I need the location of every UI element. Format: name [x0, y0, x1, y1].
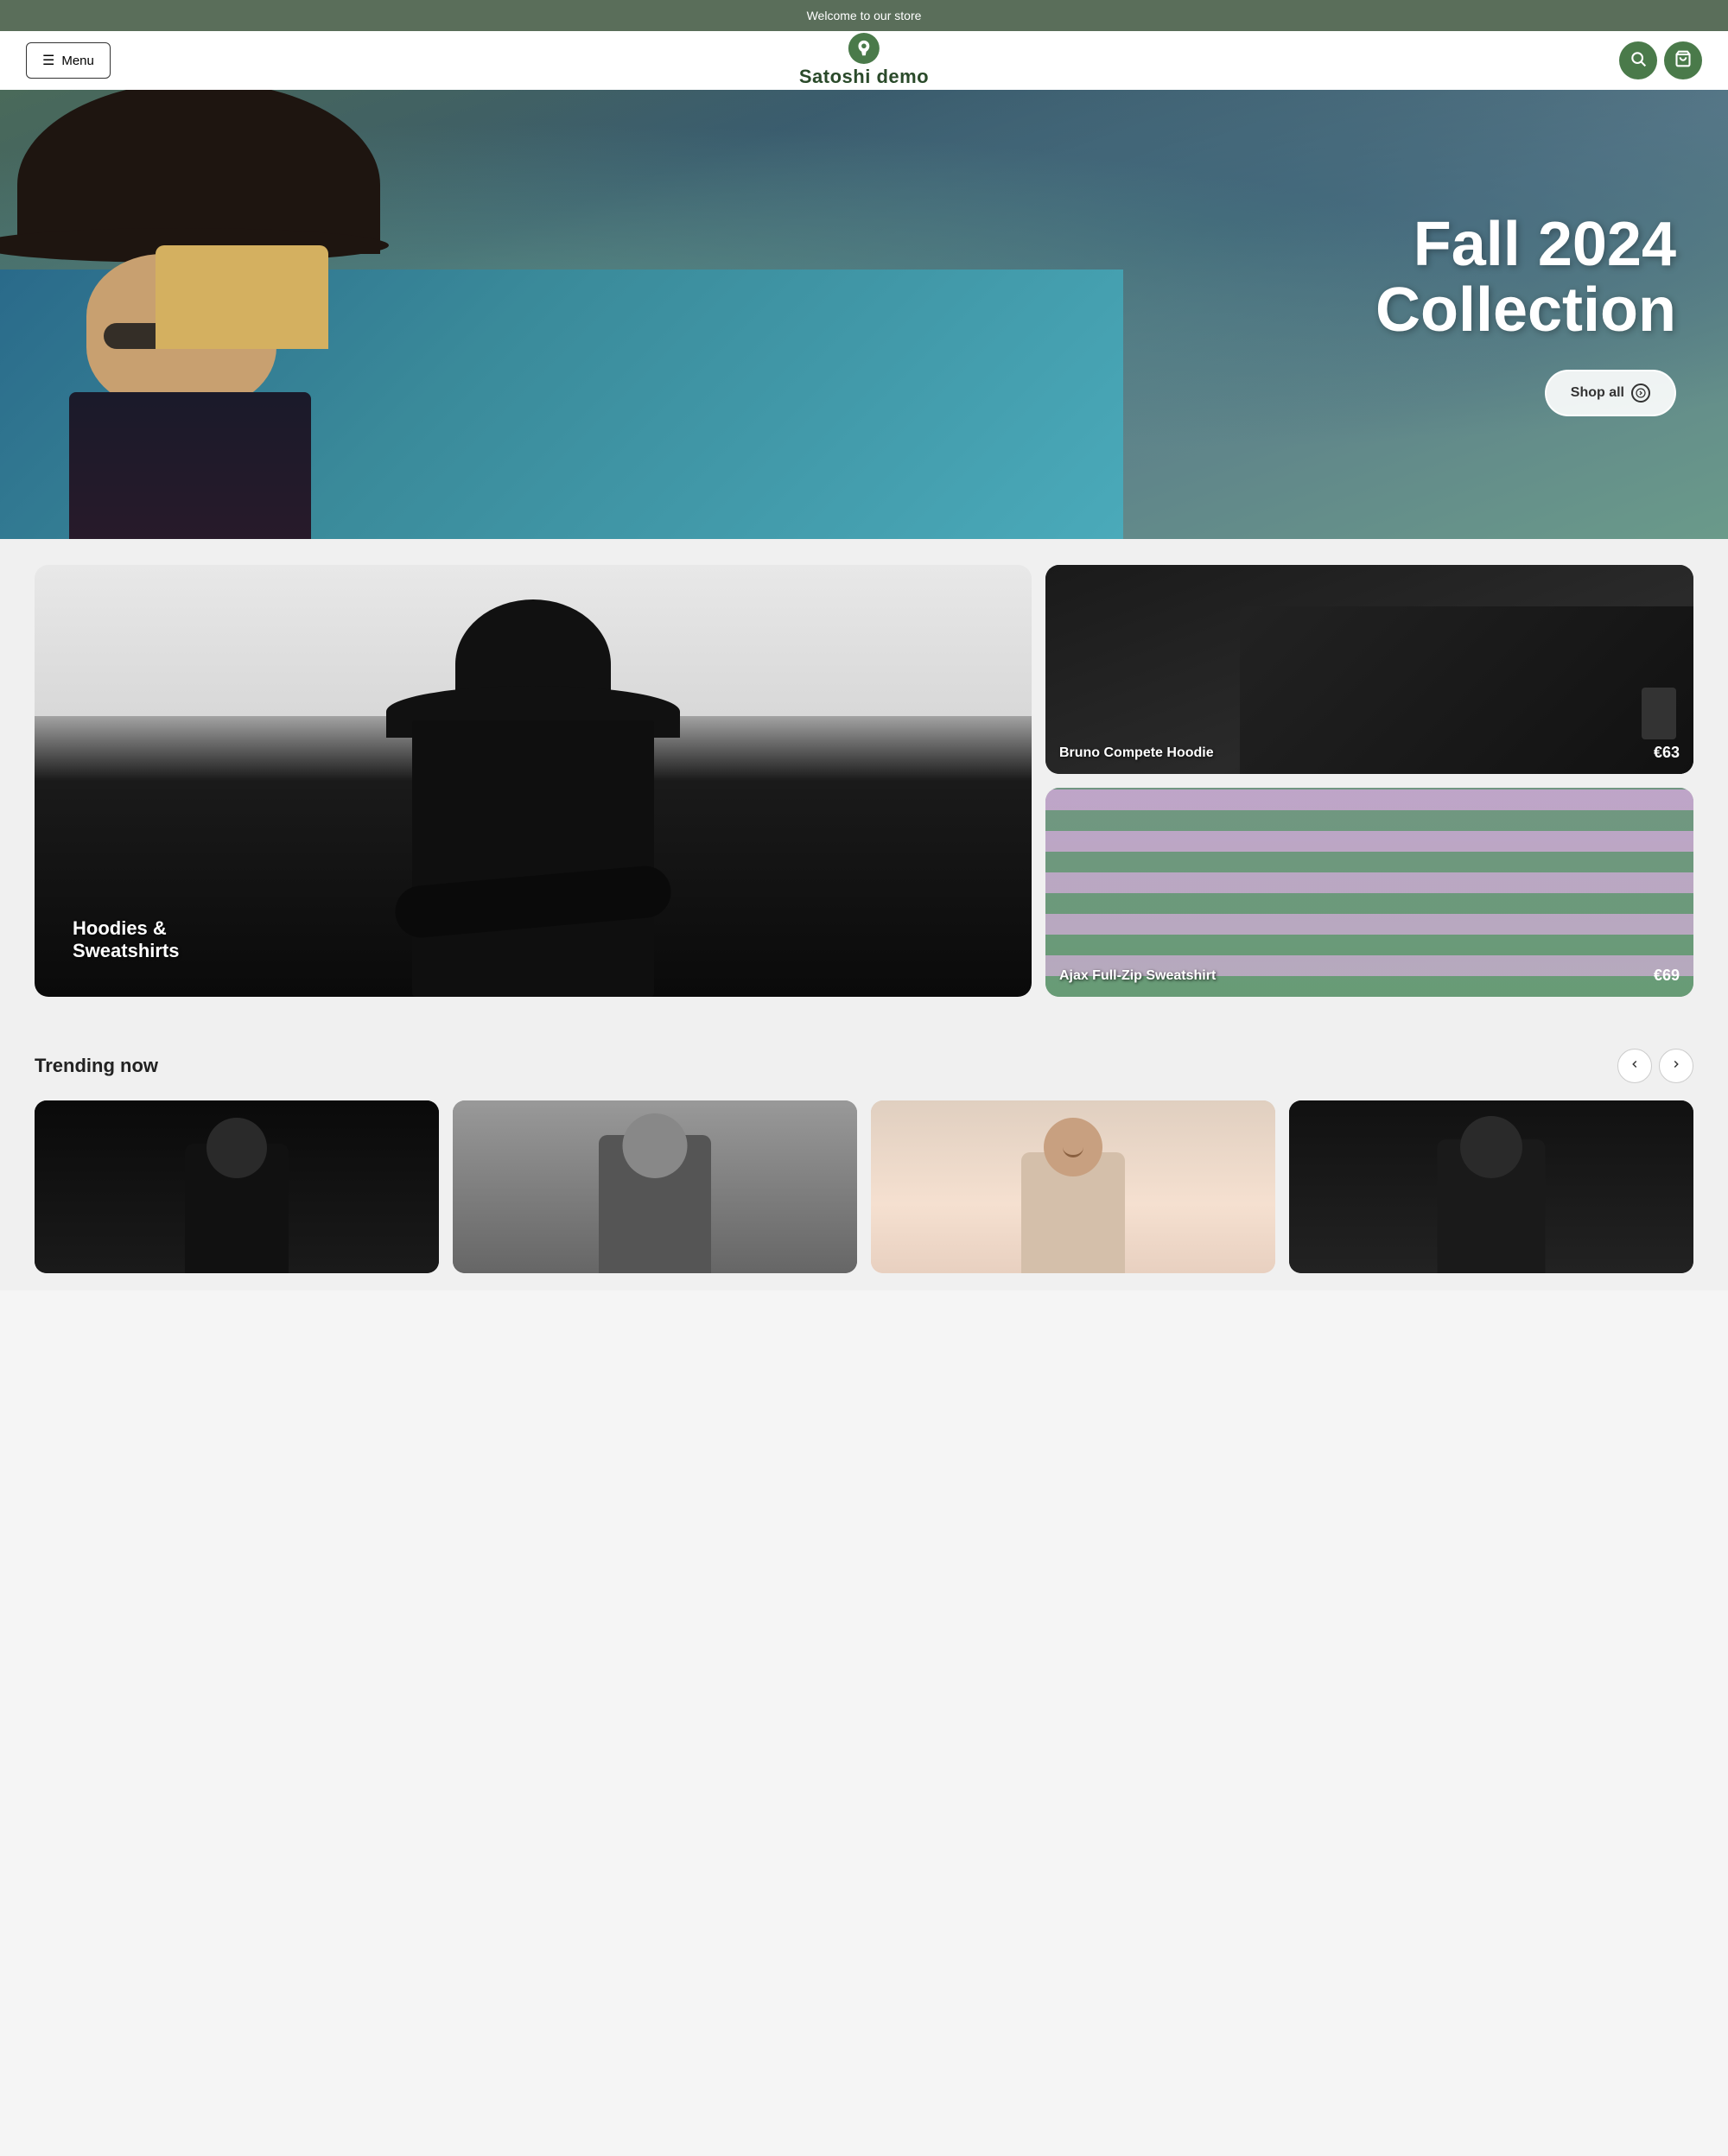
header-center: Satoshi demo — [799, 33, 929, 88]
trending-2-img — [453, 1100, 857, 1273]
trending-prev-button[interactable] — [1617, 1049, 1652, 1083]
header-right — [1619, 41, 1702, 79]
arrow-circle-icon — [1631, 384, 1650, 403]
trending-3-img — [871, 1100, 1275, 1273]
shop-all-button[interactable]: Shop all — [1545, 370, 1676, 416]
t4-head — [1460, 1116, 1522, 1178]
trending-next-button[interactable] — [1659, 1049, 1693, 1083]
trending-item-4[interactable] — [1289, 1100, 1693, 1273]
search-icon — [1630, 50, 1647, 72]
hero-shirt — [69, 392, 311, 539]
hamburger-icon: ☰ — [42, 52, 54, 69]
header-left: ☰ Menu — [26, 42, 111, 79]
announcement-bar: Welcome to our store — [0, 0, 1728, 31]
menu-button[interactable]: ☰ Menu — [26, 42, 111, 79]
category-card-large[interactable]: Hoodies & Sweatshirts — [35, 565, 1032, 997]
ajax-info: Ajax Full-Zip Sweatshirt €69 — [1045, 954, 1693, 997]
logo-svg — [854, 39, 874, 58]
product-cards-right: Bruno Compete Hoodie €63 Ajax Full-Zip S… — [1045, 565, 1693, 997]
trending-item-1[interactable] — [35, 1100, 439, 1273]
ajax-price: €69 — [1654, 967, 1680, 985]
bruno-info: Bruno Compete Hoodie €63 — [1045, 732, 1693, 774]
shop-all-label: Shop all — [1571, 385, 1624, 401]
bruno-name: Bruno Compete Hoodie — [1059, 745, 1214, 761]
prev-icon — [1629, 1058, 1641, 1075]
trending-1-img — [35, 1100, 439, 1273]
menu-label: Menu — [61, 54, 94, 68]
hoodie-figure — [386, 599, 680, 997]
hero-title: Fall 2024 Collection — [1375, 212, 1676, 343]
bruno-price: €63 — [1654, 744, 1680, 762]
trending-title: Trending now — [35, 1055, 158, 1077]
category-label: Hoodies & Sweatshirts — [73, 917, 179, 962]
trending-item-2[interactable] — [453, 1100, 857, 1273]
t2-head — [623, 1113, 688, 1178]
ajax-name: Ajax Full-Zip Sweatshirt — [1059, 968, 1216, 984]
trending-grid — [35, 1100, 1693, 1273]
hero-content: Fall 2024 Collection Shop all — [1375, 212, 1728, 415]
trending-nav — [1617, 1049, 1693, 1083]
logo-icon — [848, 33, 880, 64]
search-button[interactable] — [1619, 41, 1657, 79]
trending-item-3[interactable] — [871, 1100, 1275, 1273]
body-shape — [412, 720, 654, 997]
trending-header: Trending now — [35, 1049, 1693, 1083]
cart-button[interactable] — [1664, 41, 1702, 79]
hero-hair — [156, 245, 328, 349]
cart-icon — [1674, 50, 1692, 72]
header: ☰ Menu Satoshi demo — [0, 31, 1728, 90]
trending-section: Trending now — [0, 1023, 1728, 1290]
t1-head — [206, 1118, 267, 1178]
next-icon — [1670, 1058, 1682, 1075]
trending-4-img — [1289, 1100, 1693, 1273]
announcement-text: Welcome to our store — [807, 9, 922, 22]
hero-section: Fall 2024 Collection Shop all — [0, 90, 1728, 539]
product-card-ajax[interactable]: Ajax Full-Zip Sweatshirt €69 — [1045, 788, 1693, 997]
hero-image-area — [0, 90, 1123, 539]
store-name: Satoshi demo — [799, 66, 929, 88]
category-card-image — [35, 565, 1032, 997]
product-grid-section: Hoodies & Sweatshirts Bruno Compete Hood… — [0, 539, 1728, 1023]
product-card-bruno[interactable]: Bruno Compete Hoodie €63 — [1045, 565, 1693, 774]
product-grid: Hoodies & Sweatshirts Bruno Compete Hood… — [35, 565, 1693, 997]
